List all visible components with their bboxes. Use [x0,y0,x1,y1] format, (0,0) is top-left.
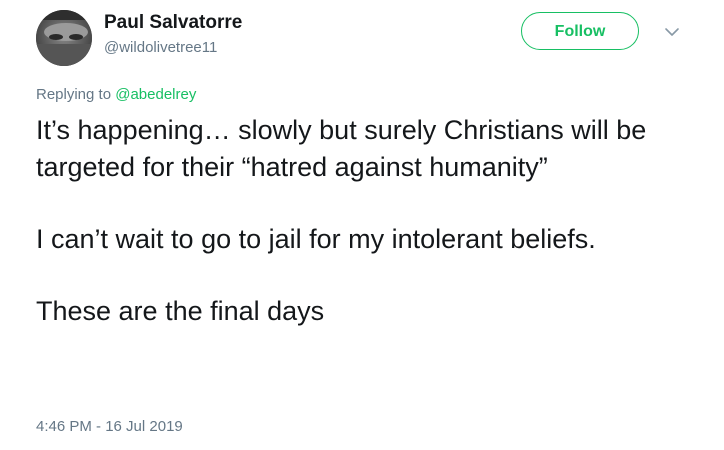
reply-context: Replying to @abedelrey [36,86,196,103]
author-handle[interactable]: @wildolivetree11 [104,38,242,58]
avatar-photo-icon [36,10,92,66]
chevron-down-icon[interactable] [662,24,682,40]
tweet-text: It’s happening… slowly but surely Christ… [36,112,696,365]
reply-prefix: Replying to [36,86,116,103]
avatar[interactable] [36,10,92,66]
tweet-timestamp[interactable]: 4:46 PM - 16 Jul 2019 [36,418,183,435]
tweet-paragraph: It’s happening… slowly but surely Christ… [36,115,647,182]
author-block: Paul Salvatorre @wildolivetree11 [104,12,242,58]
author-display-name[interactable]: Paul Salvatorre [104,12,242,34]
tweet-paragraph: I can’t wait to go to jail for my intole… [36,224,596,254]
reply-mention-link[interactable]: @abedelrey [115,86,196,103]
follow-button[interactable]: Follow [521,12,639,50]
tweet-card: Paul Salvatorre @wildolivetree11 Follow … [0,0,724,450]
tweet-paragraph: These are the final days [36,296,325,326]
tweet-header: Paul Salvatorre @wildolivetree11 Follow [36,10,690,68]
